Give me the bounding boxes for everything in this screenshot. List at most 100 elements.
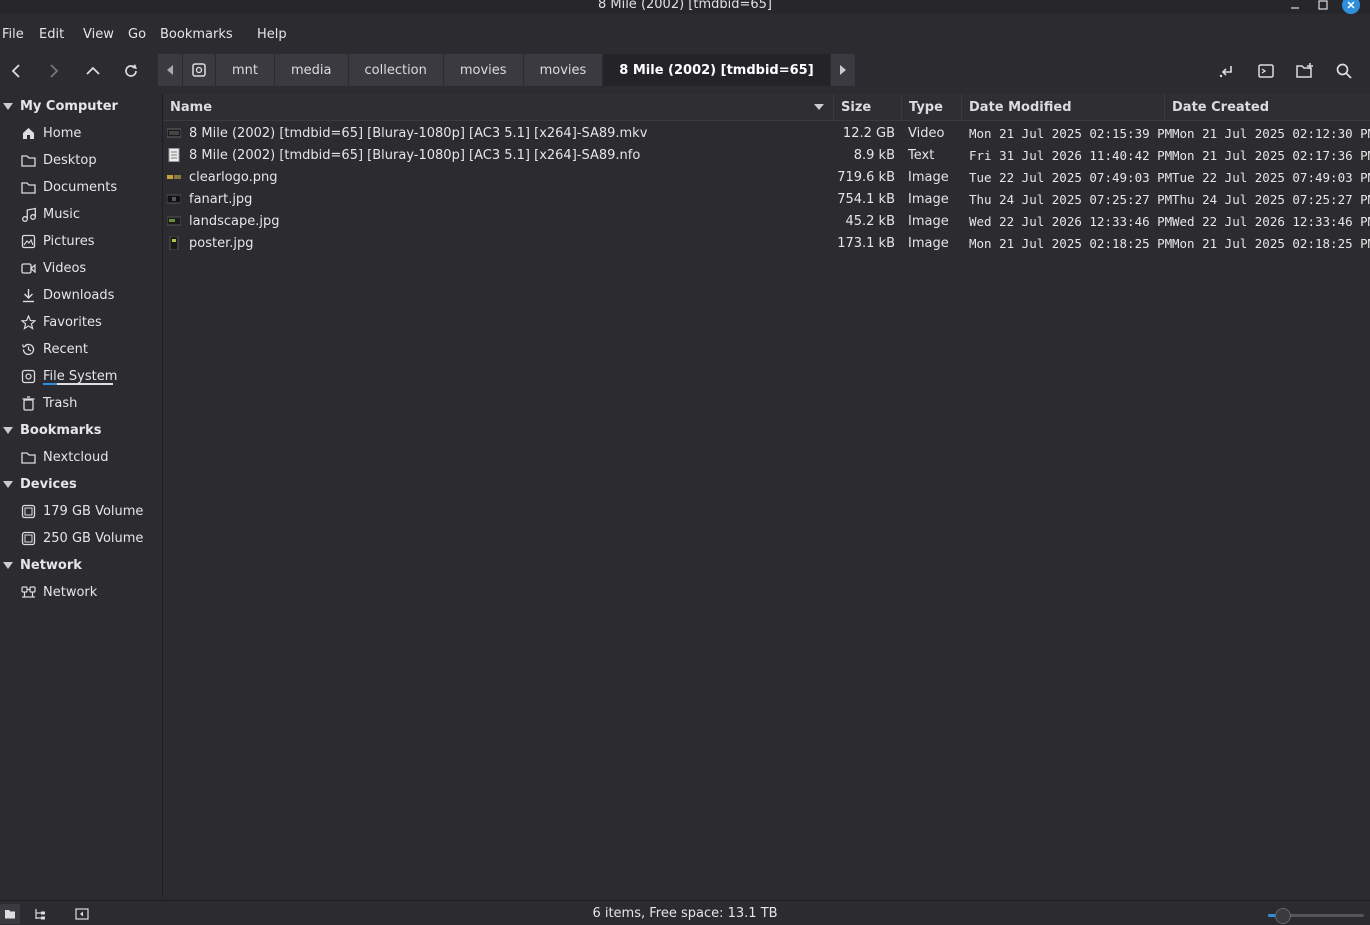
table-row[interactable]: fanart.jpg 754.1 kB Image Thu 24 Jul 202… xyxy=(163,188,1370,210)
sidebar-item-volume-250[interactable]: 250 GB Volume xyxy=(20,526,143,550)
breadcrumb-root[interactable] xyxy=(183,54,216,86)
breadcrumb-item[interactable]: movies xyxy=(443,54,524,86)
table-row[interactable]: clearlogo.png 719.6 kB Image Tue 22 Jul … xyxy=(163,166,1370,188)
menu-bar: File Edit View Go Bookmarks Help xyxy=(0,22,1370,48)
file-modified: Wed 22 Jul 2026 12:33:46 PM xyxy=(969,213,1173,229)
sidebar-item-label: Network xyxy=(43,584,98,600)
forward-button[interactable] xyxy=(41,58,67,84)
file-name: 8 Mile (2002) [tmdbid=65] [Bluray-1080p]… xyxy=(189,147,641,163)
file-type: Text xyxy=(908,147,935,163)
folder-icon xyxy=(20,152,36,168)
new-folder-icon xyxy=(1296,63,1313,78)
sidebar-item-favorites[interactable]: Favorites xyxy=(20,310,102,334)
file-created: Thu 24 Jul 2025 07:25:27 PM xyxy=(1172,191,1370,207)
file-size: 12.2 GB xyxy=(842,125,895,141)
table-row[interactable]: 8 Mile (2002) [tmdbid=65] [Bluray-1080p]… xyxy=(163,144,1370,166)
zoom-slider[interactable] xyxy=(1268,908,1364,924)
table-row[interactable]: poster.jpg 173.1 kB Image Mon 21 Jul 202… xyxy=(163,232,1370,254)
expander-icon[interactable] xyxy=(3,426,13,434)
breadcrumb-item[interactable]: mnt xyxy=(216,54,275,86)
sidebar-item-volume-179[interactable]: 179 GB Volume xyxy=(20,499,143,523)
sidebar-item-documents[interactable]: Documents xyxy=(20,175,117,199)
column-header-created[interactable]: Date Created xyxy=(1164,94,1370,120)
maximize-button[interactable] xyxy=(1313,0,1333,15)
sidebar-item-label: Recent xyxy=(43,341,88,357)
refresh-icon xyxy=(125,64,137,77)
location-entry-icon xyxy=(1219,66,1232,78)
breadcrumb-item[interactable]: movies xyxy=(523,54,604,86)
column-header-size[interactable]: Size xyxy=(833,94,901,120)
section-bookmarks[interactable]: Bookmarks xyxy=(0,418,102,442)
section-label: Network xyxy=(20,557,82,573)
sidebar-item-label: Pictures xyxy=(43,233,95,249)
sidebar-item-downloads[interactable]: Downloads xyxy=(20,283,114,307)
sidebar-item-nextcloud[interactable]: Nextcloud xyxy=(20,445,109,469)
reload-button[interactable] xyxy=(118,58,144,84)
sidebar-item-pictures[interactable]: Pictures xyxy=(20,229,94,253)
sidebar-item-label: Videos xyxy=(43,260,87,276)
breadcrumb-scroll-left[interactable] xyxy=(158,54,183,86)
file-created: Wed 22 Jul 2026 12:33:46 PM xyxy=(1172,213,1370,229)
up-button[interactable] xyxy=(80,58,106,84)
file-modified: Thu 24 Jul 2025 07:25:27 PM xyxy=(969,191,1173,207)
expander-icon[interactable] xyxy=(3,480,13,488)
section-network[interactable]: Network xyxy=(0,553,82,577)
section-label: Bookmarks xyxy=(20,422,102,438)
breadcrumb-scroll-right[interactable] xyxy=(830,54,856,86)
sidebar-item-videos[interactable]: Videos xyxy=(20,256,86,280)
sidebar-item-label: Trash xyxy=(43,395,78,411)
status-bar: 6 items, Free space: 13.1 TB xyxy=(0,900,1370,925)
sidebar-item-label: 250 GB Volume xyxy=(43,530,144,546)
file-name-cell: fanart.jpg xyxy=(167,188,252,210)
column-header-modified[interactable]: Date Modified xyxy=(961,94,1164,120)
toggle-location-entry-button[interactable] xyxy=(1214,58,1240,84)
file-size: 8.9 kB xyxy=(853,147,895,163)
menu-bookmarks[interactable]: Bookmarks xyxy=(158,22,255,48)
back-button[interactable] xyxy=(3,58,29,84)
sidebar-item-label: Downloads xyxy=(43,287,115,303)
menu-go[interactable]: Go xyxy=(126,22,158,48)
sidebar-item-home[interactable]: Home xyxy=(20,121,81,145)
column-header: Name Size Type Date Modified Date Create… xyxy=(163,94,1370,121)
sidebar-item-label: Home xyxy=(43,125,82,141)
breadcrumb-current[interactable]: 8 Mile (2002) [tmdbid=65] xyxy=(603,54,831,86)
file-name: 8 Mile (2002) [tmdbid=65] [Bluray-1080p]… xyxy=(189,125,648,141)
video-camera-icon xyxy=(20,260,36,276)
minimize-button[interactable] xyxy=(1285,0,1305,15)
triangle-left-icon xyxy=(167,65,173,75)
sidebar-item-trash[interactable]: Trash xyxy=(20,391,77,415)
open-terminal-button[interactable] xyxy=(1253,58,1279,84)
file-type: Image xyxy=(908,235,949,251)
zoom-slider-handle[interactable] xyxy=(1275,908,1292,924)
table-row[interactable]: 8 Mile (2002) [tmdbid=65] [Bluray-1080p]… xyxy=(163,122,1370,144)
sidebar-item-music[interactable]: Music xyxy=(20,202,80,226)
expander-icon[interactable] xyxy=(3,102,13,110)
table-row[interactable]: landscape.jpg 45.2 kB Image Wed 22 Jul 2… xyxy=(163,210,1370,232)
column-header-name[interactable]: Name xyxy=(163,94,833,120)
section-my-computer[interactable]: My Computer xyxy=(0,94,118,118)
menu-edit[interactable]: Edit xyxy=(37,22,81,48)
image-thumbnail-icon xyxy=(167,194,181,204)
breadcrumb-item[interactable]: collection xyxy=(348,54,444,86)
expander-icon[interactable] xyxy=(3,561,13,569)
section-devices[interactable]: Devices xyxy=(0,472,77,496)
file-modified: Mon 21 Jul 2025 02:15:39 PM xyxy=(969,125,1173,141)
file-name-cell: clearlogo.png xyxy=(167,166,278,188)
file-created: Mon 21 Jul 2025 02:18:25 PM xyxy=(1172,235,1370,251)
sidebar-item-desktop[interactable]: Desktop xyxy=(20,148,97,172)
menu-file[interactable]: File xyxy=(0,22,37,48)
breadcrumb-item[interactable]: media xyxy=(275,54,349,86)
file-name-cell: 8 Mile (2002) [tmdbid=65] [Bluray-1080p]… xyxy=(167,144,640,166)
triangle-right-icon xyxy=(839,65,846,75)
sidebar-item-recent[interactable]: Recent xyxy=(20,337,88,361)
search-button[interactable] xyxy=(1331,58,1357,84)
file-name: landscape.jpg xyxy=(189,213,280,229)
new-folder-button[interactable] xyxy=(1292,58,1318,84)
menu-help[interactable]: Help xyxy=(255,22,302,48)
hard-disk-icon xyxy=(20,530,36,546)
menu-view[interactable]: View xyxy=(81,22,126,48)
sidebar-item-network[interactable]: Network xyxy=(20,580,97,604)
column-header-type[interactable]: Type xyxy=(901,94,961,120)
file-modified: Tue 22 Jul 2025 07:49:03 PM xyxy=(969,169,1173,185)
file-created: Tue 22 Jul 2025 07:49:03 PM xyxy=(1172,169,1370,185)
